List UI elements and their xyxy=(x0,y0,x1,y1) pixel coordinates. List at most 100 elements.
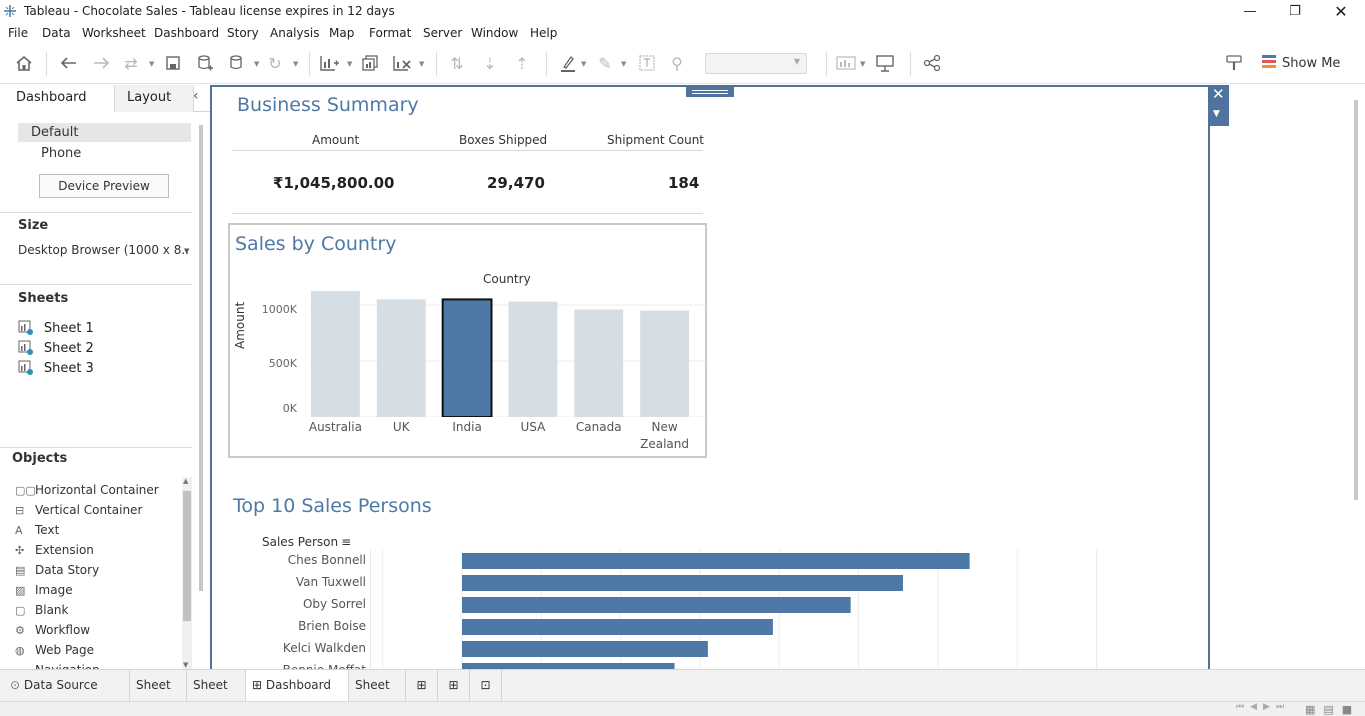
object-item-label: Web Page xyxy=(35,643,95,657)
menu-analysis[interactable]: Analysis xyxy=(270,26,319,40)
remove-container-icon[interactable]: ✕ xyxy=(1212,85,1225,103)
sales-by-country-sheet[interactable]: Sales by Country Country Amount 1000K 50… xyxy=(228,223,707,458)
menu-dashboard[interactable]: Dashboard xyxy=(154,26,219,40)
minimize-icon[interactable]: — xyxy=(1227,0,1273,23)
show-me-button[interactable]: Show Me xyxy=(1262,55,1340,71)
sort-asc-icon[interactable]: ⇣ xyxy=(479,52,501,74)
object-item-text[interactable]: A Text xyxy=(15,523,59,537)
bar-canada[interactable] xyxy=(574,309,624,417)
container-drag-handle[interactable] xyxy=(686,87,734,97)
paste-icon[interactable] xyxy=(226,52,248,74)
redo-icon[interactable] xyxy=(90,52,112,74)
tab-dashboard-1[interactable]: ⊞ Dashboard 1 xyxy=(246,670,349,716)
sort-icon[interactable]: ≡ xyxy=(341,535,351,549)
object-item-web-page[interactable]: ◍ Web Page xyxy=(15,643,94,657)
object-item-horizontal-container[interactable]: ▢▢Horizontal Container xyxy=(15,483,159,497)
menu-data[interactable]: Data xyxy=(42,26,71,40)
left-panel-scrollbar[interactable] xyxy=(199,125,203,591)
pin-icon[interactable]: ⚲ xyxy=(666,52,688,74)
sort-desc-icon[interactable]: ⇡ xyxy=(511,52,533,74)
new-dashboard-tab-icon[interactable]: ⊞ xyxy=(438,670,470,701)
device-default[interactable]: Default xyxy=(18,123,191,142)
sales-person-label[interactable]: Oby Sorrel xyxy=(212,597,366,611)
new-story-tab-icon[interactable]: ⊡ xyxy=(470,670,502,701)
attach-icon[interactable]: ✎ xyxy=(594,52,616,74)
fit-dropdown[interactable]: ▼ xyxy=(705,53,807,74)
sales-person-bar[interactable] xyxy=(462,597,851,613)
menu-file[interactable]: File xyxy=(8,26,28,40)
size-dropdown-arrow-icon[interactable]: ▼ xyxy=(184,247,189,255)
duplicate-icon[interactable] xyxy=(359,52,381,74)
bar-uk[interactable] xyxy=(376,299,426,417)
sheet-item-1[interactable]: Sheet 1 xyxy=(18,320,94,336)
dashboard-scrollbar[interactable] xyxy=(1354,100,1358,500)
menu-server[interactable]: Server xyxy=(423,26,462,40)
close-icon[interactable]: ✕ xyxy=(1318,0,1364,23)
new-worksheet-tab-icon[interactable]: ⊞ xyxy=(406,670,438,701)
object-item-data-story[interactable]: ▤ Data Story xyxy=(15,563,99,577)
menu-help[interactable]: Help xyxy=(530,26,557,40)
menu-window[interactable]: Window xyxy=(471,26,518,40)
object-item-vertical-container[interactable]: ⊟ Vertical Container xyxy=(15,503,142,517)
clear-icon[interactable] xyxy=(391,52,413,74)
object-item-workflow[interactable]: ⚙ Workflow xyxy=(15,623,90,637)
tab-sheet-3[interactable]: Sheet 3 xyxy=(349,670,406,716)
data-story-icon: ▤ xyxy=(15,564,26,577)
text-icon: A xyxy=(15,524,23,537)
sales-person-label[interactable]: Ches Bonnell xyxy=(212,553,366,567)
menu-worksheet[interactable]: Worksheet xyxy=(82,26,146,40)
bar-usa[interactable] xyxy=(508,301,558,417)
sales-person-label[interactable]: Van Tuxwell xyxy=(212,575,366,589)
collapse-panel-icon[interactable]: ‹ xyxy=(193,88,199,104)
bar-new-zealand[interactable] xyxy=(640,310,689,417)
menu-map[interactable]: Map xyxy=(329,26,354,40)
container-menu-icon[interactable]: ▼ xyxy=(1213,109,1220,119)
tab-sheet-1[interactable]: Sheet 1 xyxy=(130,670,187,716)
object-item-image[interactable]: ▨ Image xyxy=(15,583,73,597)
sales-person-bar[interactable] xyxy=(462,619,773,635)
sales-person-bar[interactable] xyxy=(462,641,708,657)
tab-sheet-2[interactable]: Sheet 2 xyxy=(187,670,246,716)
refresh-icon[interactable]: ↻ xyxy=(264,52,286,74)
highlight-icon[interactable] xyxy=(557,52,579,74)
tab-data-source[interactable]: ⊙ Data Source xyxy=(0,670,130,701)
sheet-item-3[interactable]: Sheet 3 xyxy=(18,360,94,376)
new-worksheet-icon[interactable] xyxy=(318,52,340,74)
restore-icon[interactable]: ❐ xyxy=(1272,0,1318,23)
share-icon[interactable] xyxy=(921,52,943,74)
undo-icon[interactable] xyxy=(58,52,80,74)
object-item-extension[interactable]: ✣ Extension xyxy=(15,543,94,557)
sheet-navigation-icons[interactable]: ⏮◀▶⏭ xyxy=(1236,702,1290,712)
swap-rows-icon[interactable]: ⇅ xyxy=(446,52,468,74)
sheets-section-title: Sheets xyxy=(18,291,69,306)
tab-layout[interactable]: Layout xyxy=(114,85,194,112)
device-phone[interactable]: Phone xyxy=(41,146,81,161)
top-sales-persons-plot[interactable] xyxy=(370,550,1160,669)
sales-person-bar[interactable] xyxy=(462,553,970,569)
sales-person-header[interactable]: Sales Person ≡ xyxy=(262,535,351,549)
sheet-item-2[interactable]: Sheet 2 xyxy=(18,340,94,356)
format-painter-icon[interactable] xyxy=(1223,52,1245,74)
view-toggle-icons[interactable]: ▦▤■ xyxy=(1305,703,1360,716)
sales-person-bar[interactable] xyxy=(462,575,904,591)
device-preview-button[interactable]: Device Preview xyxy=(39,174,169,198)
object-item-label: Text xyxy=(35,523,60,537)
home-icon[interactable] xyxy=(13,52,35,74)
sales-by-country-plot[interactable] xyxy=(310,291,705,417)
save-icon[interactable] xyxy=(162,52,184,74)
menu-format[interactable]: Format xyxy=(369,26,411,40)
bar-australia[interactable] xyxy=(311,291,360,417)
presentation-icon[interactable] xyxy=(874,52,896,74)
menu-story[interactable]: Story xyxy=(227,26,259,40)
sales-person-label[interactable]: Kelci Walkden xyxy=(212,641,366,655)
tab-dashboard[interactable]: Dashboard xyxy=(0,85,114,112)
objects-scrollbar[interactable]: ▲ ▼ xyxy=(182,477,192,669)
swap-icon[interactable]: ⇄ xyxy=(120,52,142,74)
size-dropdown[interactable]: Desktop Browser (1000 x 8... xyxy=(18,243,188,257)
chart-icon[interactable] xyxy=(835,52,857,74)
label-icon[interactable] xyxy=(636,52,658,74)
new-datasource-icon[interactable] xyxy=(194,52,216,74)
sales-person-label[interactable]: Brien Boise xyxy=(212,619,366,633)
object-item-blank[interactable]: ▢ Blank xyxy=(15,603,68,617)
bar-india[interactable] xyxy=(441,298,493,417)
